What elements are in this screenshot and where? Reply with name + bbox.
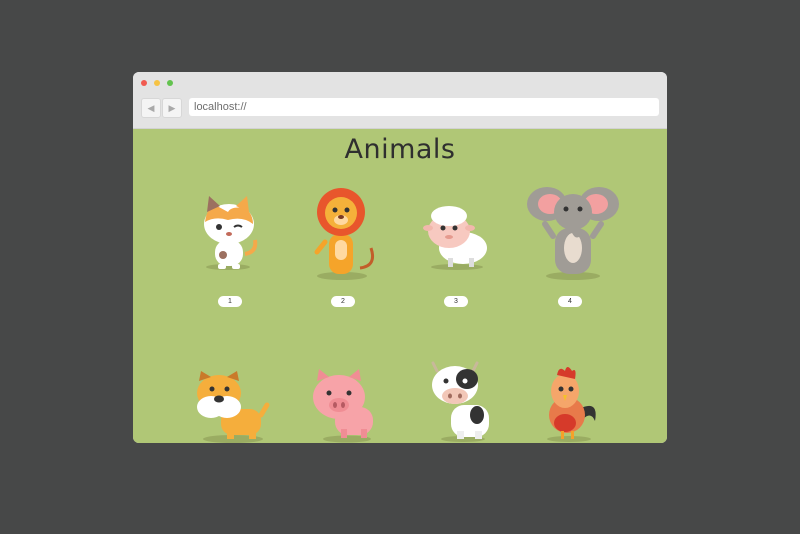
animal-number-badge[interactable]: 1 — [218, 296, 242, 307]
cat-image[interactable] — [173, 182, 283, 292]
sheep-image[interactable] — [401, 182, 511, 292]
lion-image[interactable] — [287, 182, 397, 292]
animal-number-badge[interactable]: 4 — [558, 296, 582, 307]
page-title: Animals — [344, 134, 456, 165]
forward-button[interactable]: ▶ — [162, 98, 182, 118]
cow-image[interactable] — [405, 351, 515, 443]
back-button[interactable]: ◀ — [141, 98, 161, 118]
browser-toolbar: ◀ ▶ localhost:// — [133, 72, 667, 129]
back-arrow-icon: ◀ — [147, 103, 155, 113]
minimize-window-dot[interactable] — [154, 80, 160, 86]
forward-arrow-icon: ▶ — [168, 103, 176, 113]
close-window-dot[interactable] — [141, 80, 147, 86]
browser-window: ◀ ▶ localhost:// Animals 1 2 3 4 — [133, 72, 667, 443]
maximize-window-dot[interactable] — [167, 80, 173, 86]
animal-number-badge[interactable]: 2 — [331, 296, 355, 307]
elephant-image[interactable] — [517, 182, 627, 292]
pig-image[interactable] — [291, 351, 401, 443]
dog-image[interactable] — [177, 351, 287, 443]
rooster-image[interactable] — [517, 351, 627, 443]
page-content: Animals 1 2 3 4 — [133, 129, 667, 443]
address-bar-url: localhost:// — [194, 101, 247, 113]
animal-number-badge[interactable]: 3 — [444, 296, 468, 307]
address-bar[interactable]: localhost:// — [189, 98, 659, 116]
